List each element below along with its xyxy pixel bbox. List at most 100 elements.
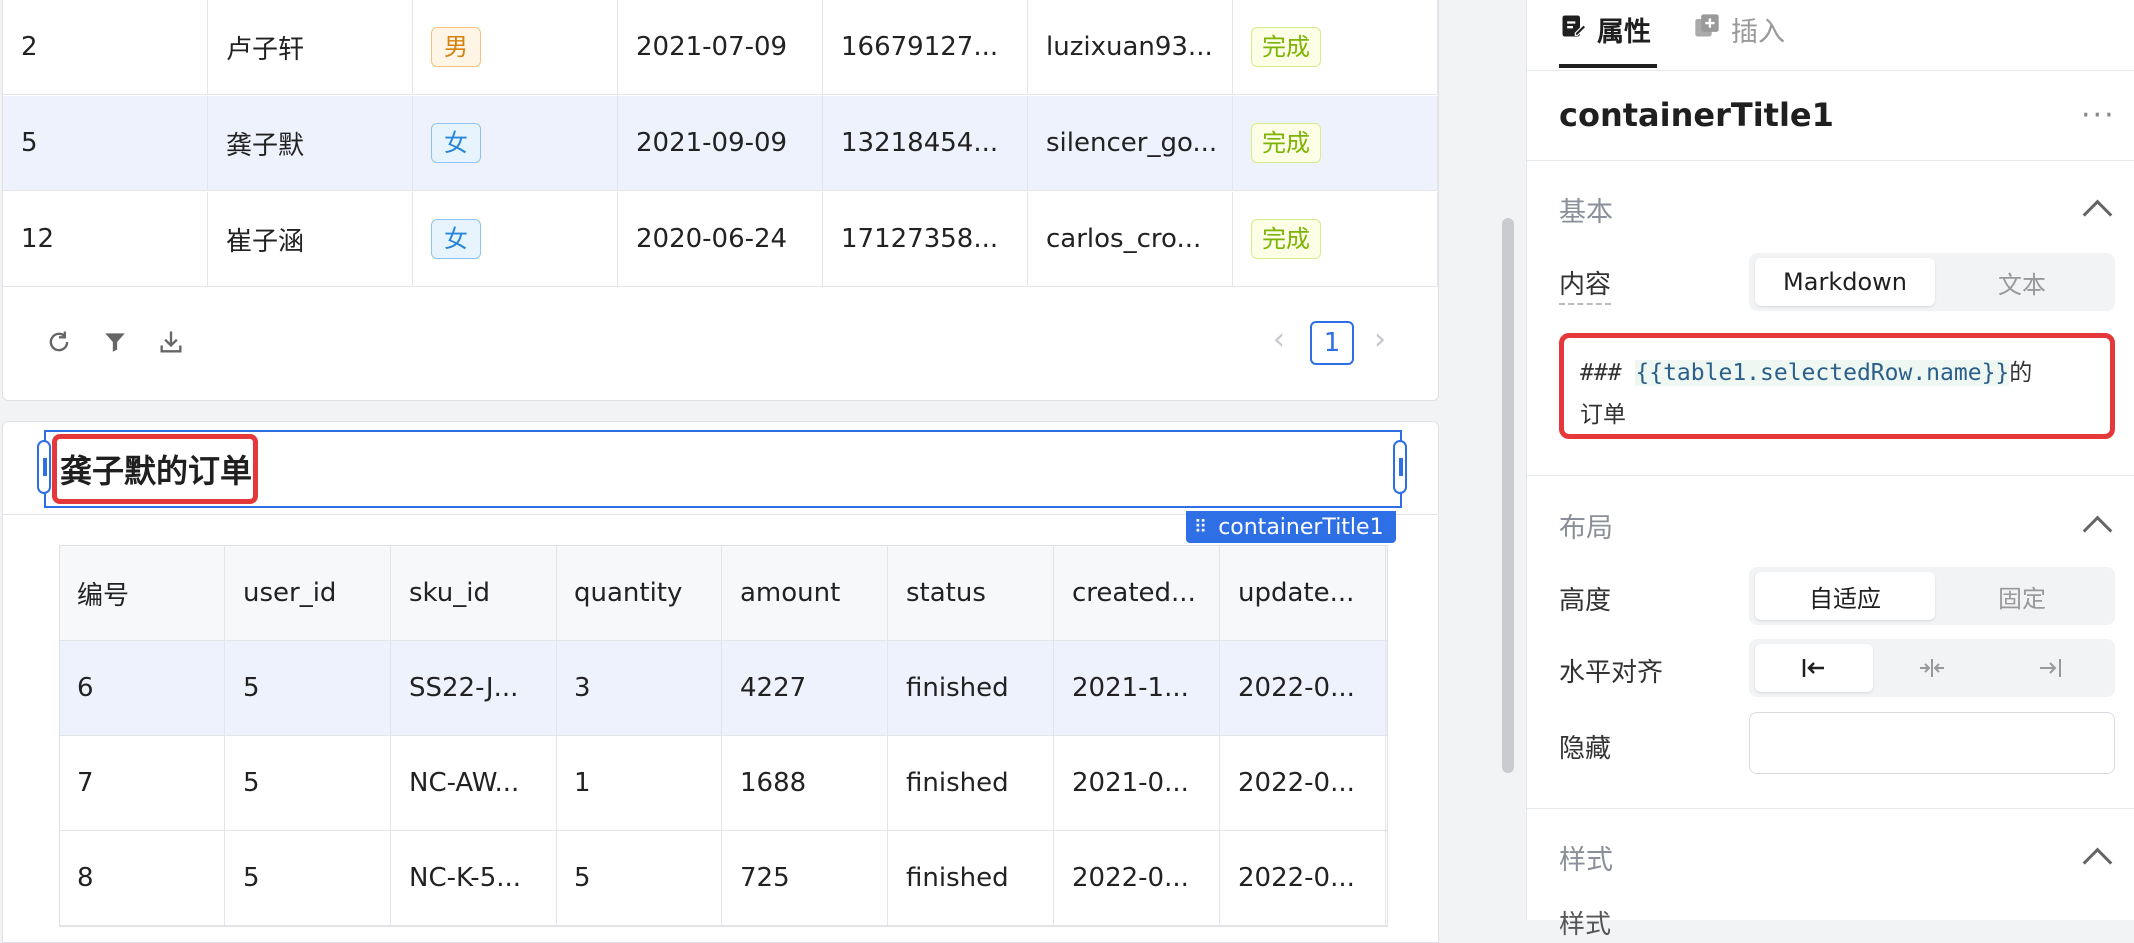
- section-layout-title[interactable]: 布局: [1559, 506, 1613, 545]
- column-header[interactable]: amount: [723, 546, 888, 640]
- column-header[interactable]: created...: [1055, 546, 1220, 640]
- component-name: containerTitle1: [1559, 96, 1834, 134]
- table-cell: NC-K-5...: [392, 831, 557, 925]
- tab-properties-label: 属性: [1597, 17, 1651, 48]
- code-template-expression: {{table1.selectedRow.name}}: [1635, 360, 2010, 386]
- download-icon[interactable]: [153, 324, 189, 360]
- align-center-icon[interactable]: [1873, 644, 1991, 692]
- table-cell: 龚子默: [208, 96, 413, 190]
- table-cell: 17127358...: [823, 192, 1028, 286]
- table-cell: 4227: [723, 641, 888, 735]
- column-header[interactable]: status: [889, 546, 1054, 640]
- column-header[interactable]: 编号: [60, 546, 225, 640]
- refresh-icon[interactable]: [41, 324, 77, 360]
- column-header[interactable]: quantity: [557, 546, 722, 640]
- pager-page-1[interactable]: 1: [1310, 321, 1354, 365]
- table-cell: 女: [413, 96, 618, 190]
- chevron-up-icon[interactable]: [2082, 847, 2113, 878]
- table-cell: finished: [889, 641, 1054, 735]
- table-row[interactable]: 7 5 NC-AW... 1 1688 finished 2021-0... 2022-0..…: [60, 736, 1387, 831]
- style-label: 样式: [1559, 910, 1612, 940]
- hidden-expression-input[interactable]: [1749, 712, 2115, 774]
- users-table-card: 2 卢子轩男 2021-07-09 16679127... luzixuan93... 完…: [2, 0, 1439, 401]
- orders-table: 编号 user_id sku_id quantity amount status creat…: [59, 545, 1388, 927]
- table-cell: 2: [3, 0, 208, 94]
- table-cell: 2021-1...: [1055, 641, 1220, 735]
- table-cell: 5: [226, 641, 391, 735]
- section-style-title[interactable]: 样式: [1559, 838, 1613, 877]
- table-cell: 5: [3, 96, 208, 190]
- table-cell: 完成: [1233, 0, 1438, 94]
- height-mode-auto[interactable]: 自适应: [1755, 572, 1935, 620]
- code-line-2: 订单: [1580, 402, 1626, 428]
- resize-handle-right[interactable]: [1393, 440, 1407, 494]
- selected-component-name: containerTitle1: [1218, 514, 1384, 540]
- code-heading-prefix: ###: [1580, 360, 1636, 386]
- pager-prev-button[interactable]: ‹: [1273, 322, 1285, 357]
- table-cell: 2021-09-09: [618, 96, 823, 190]
- table-cell: carlos_cro...: [1028, 192, 1233, 286]
- table-cell: 完成: [1233, 96, 1438, 190]
- table-cell: 1: [557, 736, 722, 830]
- code-suffix: 的: [2009, 360, 2033, 386]
- content-mode-text[interactable]: 文本: [1935, 258, 2109, 306]
- tab-insert[interactable]: 插入: [1693, 10, 1785, 49]
- selected-component-label[interactable]: ⠿ containerTitle1: [1186, 511, 1396, 543]
- align-left-icon[interactable]: [1755, 644, 1873, 692]
- gender-tag: 女: [431, 123, 481, 163]
- resize-handle-left[interactable]: [37, 440, 51, 494]
- height-mode-toggle: 自适应 固定: [1749, 567, 2115, 625]
- column-header[interactable]: update...: [1221, 546, 1386, 640]
- table-cell: 崔子涵: [208, 192, 413, 286]
- gender-tag: 男: [431, 27, 481, 67]
- more-options-button[interactable]: ···: [2081, 98, 2116, 133]
- table-cell: 1688: [723, 736, 888, 830]
- height-label: 高度: [1559, 586, 1612, 616]
- table-toolbar: ‹ 1 ›: [3, 288, 1438, 398]
- drag-handle-icon[interactable]: ⠿: [1194, 517, 1208, 538]
- table-cell: 2022-0...: [1221, 831, 1386, 925]
- table-cell: 2022-0...: [1221, 736, 1386, 830]
- status-tag: 完成: [1251, 123, 1321, 163]
- properties-panel: 属性 插入 containerTitle1 ··· 基本 内容 Markdown…: [1526, 0, 2134, 940]
- column-header[interactable]: user_id: [226, 546, 391, 640]
- separator: [1527, 160, 2134, 161]
- content-code: ### {{table1.selectedRow.name}}的 订单: [1580, 352, 2100, 436]
- tab-insert-label: 插入: [1731, 17, 1785, 48]
- table-cell: 13218454...: [823, 96, 1028, 190]
- status-tag: 完成: [1251, 219, 1321, 259]
- section-basic-title[interactable]: 基本: [1559, 190, 1613, 229]
- table-cell: finished: [889, 831, 1054, 925]
- table-cell: 男: [413, 0, 618, 94]
- table-cell: 女: [413, 192, 618, 286]
- filter-icon[interactable]: [97, 324, 133, 360]
- table-cell: 12: [3, 192, 208, 286]
- table-row[interactable]: 12 崔子涵女 2020-06-24 17127358... carlos_cro...…: [3, 192, 1438, 287]
- content-label: 内容: [1559, 264, 1612, 305]
- content-editor[interactable]: ### {{table1.selectedRow.name}}的 订单: [1559, 333, 2115, 439]
- table-row[interactable]: 5 龚子默女 2021-09-09 13218454... silencer_go...…: [3, 96, 1438, 191]
- table-cell: 2022-0...: [1221, 641, 1386, 735]
- table-cell: 6: [60, 641, 225, 735]
- pager-next-button[interactable]: ›: [1374, 322, 1386, 357]
- tab-properties[interactable]: 属性: [1559, 10, 1651, 49]
- table-cell: NC-AW...: [392, 736, 557, 830]
- canvas-scrollbar-thumb[interactable]: [1502, 218, 1514, 773]
- table-cell: luzixuan93...: [1028, 0, 1233, 94]
- height-mode-fixed[interactable]: 固定: [1935, 572, 2109, 620]
- content-mode-markdown[interactable]: Markdown: [1755, 258, 1935, 306]
- align-right-icon[interactable]: [1991, 644, 2109, 692]
- chevron-up-icon[interactable]: [2082, 199, 2113, 230]
- chevron-up-icon[interactable]: [2082, 515, 2113, 546]
- table-cell: 5: [226, 831, 391, 925]
- table-header-row: 编号 user_id sku_id quantity amount status creat…: [60, 546, 1387, 641]
- table-row[interactable]: 2 卢子轩男 2021-07-09 16679127... luzixuan93... 完…: [3, 0, 1438, 95]
- table-row[interactable]: 6 5 SS22-J... 3 4227 finished 2021-1... 2022-0.…: [60, 641, 1387, 736]
- active-tab-indicator: [1559, 64, 1657, 68]
- table-cell: 2021-0...: [1055, 736, 1220, 830]
- separator: [1527, 808, 2134, 809]
- table-row[interactable]: 8 5 NC-K-5... 5 725 finished 2022-0... 2022-0..…: [60, 831, 1387, 926]
- table-cell: silencer_go...: [1028, 96, 1233, 190]
- column-header[interactable]: sku_id: [392, 546, 557, 640]
- table-cell: 5: [226, 736, 391, 830]
